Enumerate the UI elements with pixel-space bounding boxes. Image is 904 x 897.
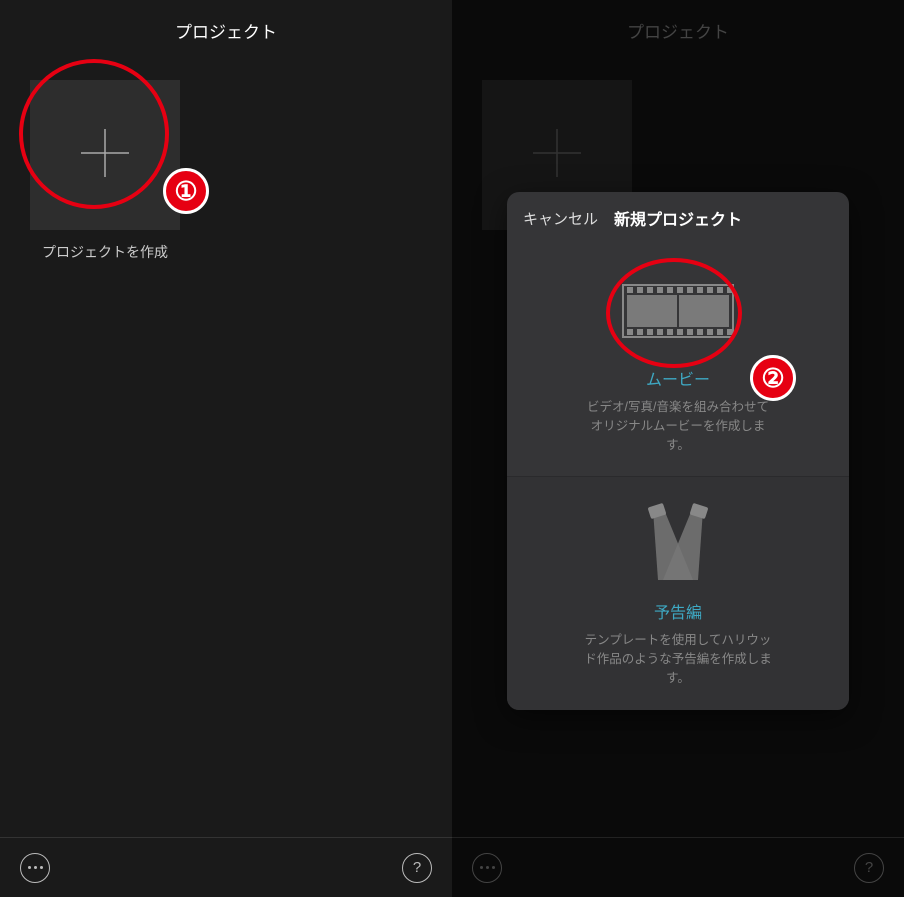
more-button[interactable]: [472, 853, 502, 883]
help-button[interactable]: ?: [854, 853, 884, 883]
question-icon: ?: [865, 859, 873, 876]
create-project-tile[interactable]: [30, 80, 180, 230]
help-button[interactable]: ?: [402, 853, 432, 883]
question-icon: ?: [413, 859, 421, 876]
page-title: プロジェクト: [452, 0, 904, 60]
ellipsis-icon: [28, 866, 43, 869]
bottom-toolbar: ?: [452, 837, 904, 897]
bottom-toolbar: ?: [0, 837, 452, 897]
new-project-modal: キャンセル 新規プロジェクト ムービー ビデオ/写真/音楽を組み合わせて オリジ…: [507, 192, 849, 710]
screen-projects: プロジェクト プロジェクトを作成 ① ?: [0, 0, 452, 897]
ellipsis-icon: [480, 866, 495, 869]
movie-option-title: ムービー: [527, 366, 829, 390]
movie-option[interactable]: ムービー ビデオ/写真/音楽を組み合わせて オリジナルムービーを作成しま す。: [507, 244, 849, 476]
spotlight-icon: [527, 499, 829, 589]
trailer-option-desc: テンプレートを使用してハリウッ ド作品のような予告編を作成しま す。: [527, 631, 829, 687]
filmstrip-icon: [527, 266, 829, 356]
trailer-option-title: 予告編: [527, 599, 829, 623]
movie-option-desc: ビデオ/写真/音楽を組み合わせて オリジナルムービーを作成しま す。: [527, 398, 829, 454]
page-title: プロジェクト: [0, 0, 452, 60]
cancel-button[interactable]: キャンセル: [523, 208, 598, 229]
more-button[interactable]: [20, 853, 50, 883]
plus-icon: [73, 121, 137, 190]
content-area: プロジェクトを作成 ①: [0, 60, 452, 837]
modal-header: キャンセル 新規プロジェクト: [507, 192, 849, 244]
trailer-option[interactable]: 予告編 テンプレートを使用してハリウッ ド作品のような予告編を作成しま す。: [507, 476, 849, 709]
screen-projects-modal: プロジェクト ? キャンセル 新規プロジェクト: [452, 0, 904, 897]
create-project-label: プロジェクトを作成: [30, 242, 180, 262]
plus-icon: [525, 121, 589, 190]
